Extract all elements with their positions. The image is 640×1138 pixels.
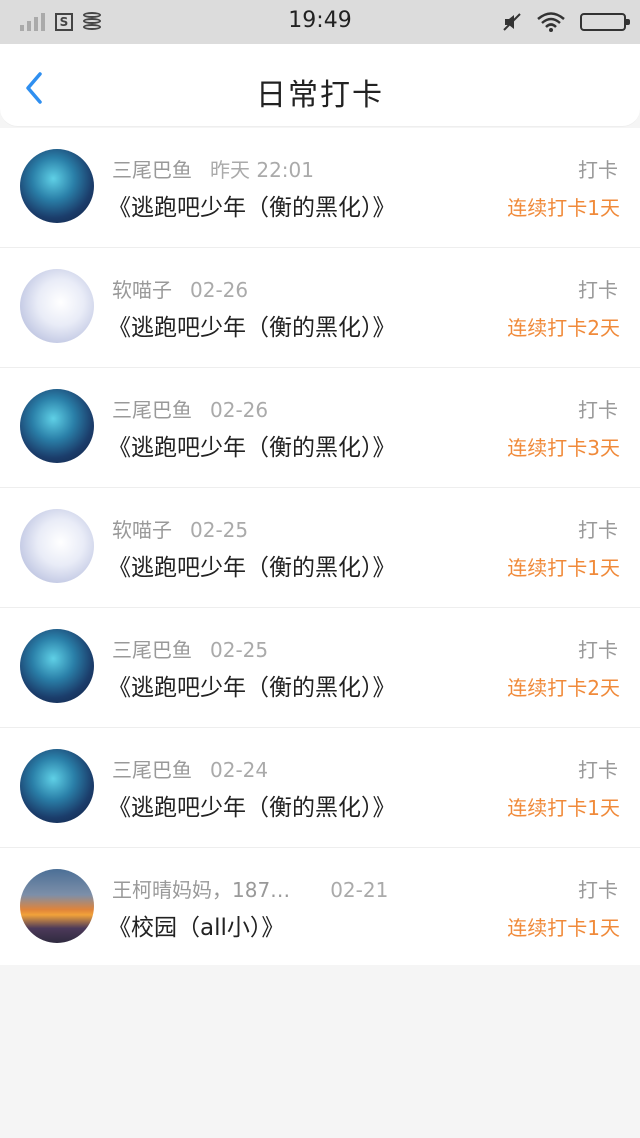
book-title: 《逃跑吧少年（衡的黑化）》 <box>108 315 396 341</box>
list-item[interactable]: 三尾巴鱼 02-25 《逃跑吧少年（衡的黑化）》 打卡 连续打卡2天 <box>0 608 640 728</box>
checkin-list: 三尾巴鱼 昨天 22:01 《逃跑吧少年（衡的黑化）》 打卡 连续打卡1天 软喵子… <box>0 128 640 965</box>
post-date: 02-26 <box>210 398 269 422</box>
avatar <box>20 389 94 463</box>
checkin-label: 打卡 <box>578 638 618 662</box>
battery-icon <box>580 13 630 31</box>
user-name: 软喵子 <box>112 278 172 302</box>
list-item[interactable]: 三尾巴鱼 02-24 《逃跑吧少年（衡的黑化）》 打卡 连续打卡1天 <box>0 728 640 848</box>
book-title: 《逃跑吧少年（衡的黑化）》 <box>108 795 396 821</box>
name-line: 三尾巴鱼 02-26 <box>112 394 268 423</box>
name-line: 三尾巴鱼 02-25 <box>112 634 268 663</box>
checkin-label: 打卡 <box>578 878 618 902</box>
book-title: 《校园（all小）》 <box>108 915 285 941</box>
avatar <box>20 629 94 703</box>
book-title: 《逃跑吧少年（衡的黑化）》 <box>108 195 396 221</box>
post-date: 02-25 <box>190 518 249 542</box>
post-date: 02-26 <box>190 278 249 302</box>
name-line: 三尾巴鱼 昨天 22:01 <box>112 154 314 183</box>
wifi-icon <box>537 12 565 32</box>
nav-header: 日常打卡 <box>0 44 640 127</box>
status-bar: S 19:49 <box>0 0 640 44</box>
post-date: 02-25 <box>210 638 269 662</box>
avatar <box>20 509 94 583</box>
list-item[interactable]: 三尾巴鱼 昨天 22:01 《逃跑吧少年（衡的黑化）》 打卡 连续打卡1天 <box>0 128 640 248</box>
streak-text: 连续打卡2天 <box>507 676 620 700</box>
name-line: 软喵子 02-26 <box>112 274 248 303</box>
streak-text: 连续打卡1天 <box>507 196 620 220</box>
user-name: 三尾巴鱼 <box>112 758 192 782</box>
user-name: 三尾巴鱼 <box>112 398 192 422</box>
user-name: 软喵子 <box>112 518 172 542</box>
book-title: 《逃跑吧少年（衡的黑化）》 <box>108 675 396 701</box>
book-title: 《逃跑吧少年（衡的黑化）》 <box>108 435 396 461</box>
checkin-label: 打卡 <box>578 278 618 302</box>
list-item[interactable]: 三尾巴鱼 02-26 《逃跑吧少年（衡的黑化）》 打卡 连续打卡3天 <box>0 368 640 488</box>
avatar <box>20 269 94 343</box>
user-name: 三尾巴鱼 <box>112 158 192 182</box>
checkin-label: 打卡 <box>578 398 618 422</box>
avatar <box>20 749 94 823</box>
page-title: 日常打卡 <box>256 78 384 113</box>
checkin-label: 打卡 <box>578 758 618 782</box>
checkin-label: 打卡 <box>578 158 618 182</box>
post-date: 02-24 <box>210 758 269 782</box>
list-item[interactable]: 王柯晴妈妈，187… 02-21 《校园（all小）》 打卡 连续打卡1天 <box>0 848 640 965</box>
user-name: 王柯晴妈妈，187… <box>112 878 291 902</box>
status-right-icons <box>502 11 630 33</box>
streak-text: 连续打卡1天 <box>507 796 620 820</box>
name-line: 三尾巴鱼 02-24 <box>112 754 268 783</box>
streak-text: 连续打卡3天 <box>507 436 620 460</box>
user-name: 三尾巴鱼 <box>112 638 192 662</box>
checkin-label: 打卡 <box>578 518 618 542</box>
streak-text: 连续打卡1天 <box>507 916 620 940</box>
mute-icon <box>503 13 521 31</box>
list-item[interactable]: 软喵子 02-26 《逃跑吧少年（衡的黑化）》 打卡 连续打卡2天 <box>0 248 640 368</box>
list-item[interactable]: 软喵子 02-25 《逃跑吧少年（衡的黑化）》 打卡 连续打卡1天 <box>0 488 640 608</box>
avatar <box>20 869 94 943</box>
name-line: 王柯晴妈妈，187… 02-21 <box>112 874 388 903</box>
post-date: 昨天 22:01 <box>210 158 314 182</box>
name-line: 软喵子 02-25 <box>112 514 248 543</box>
streak-text: 连续打卡2天 <box>507 316 620 340</box>
streak-text: 连续打卡1天 <box>507 556 620 580</box>
post-date: 02-21 <box>330 878 389 902</box>
avatar <box>20 149 94 223</box>
book-title: 《逃跑吧少年（衡的黑化）》 <box>108 555 396 581</box>
